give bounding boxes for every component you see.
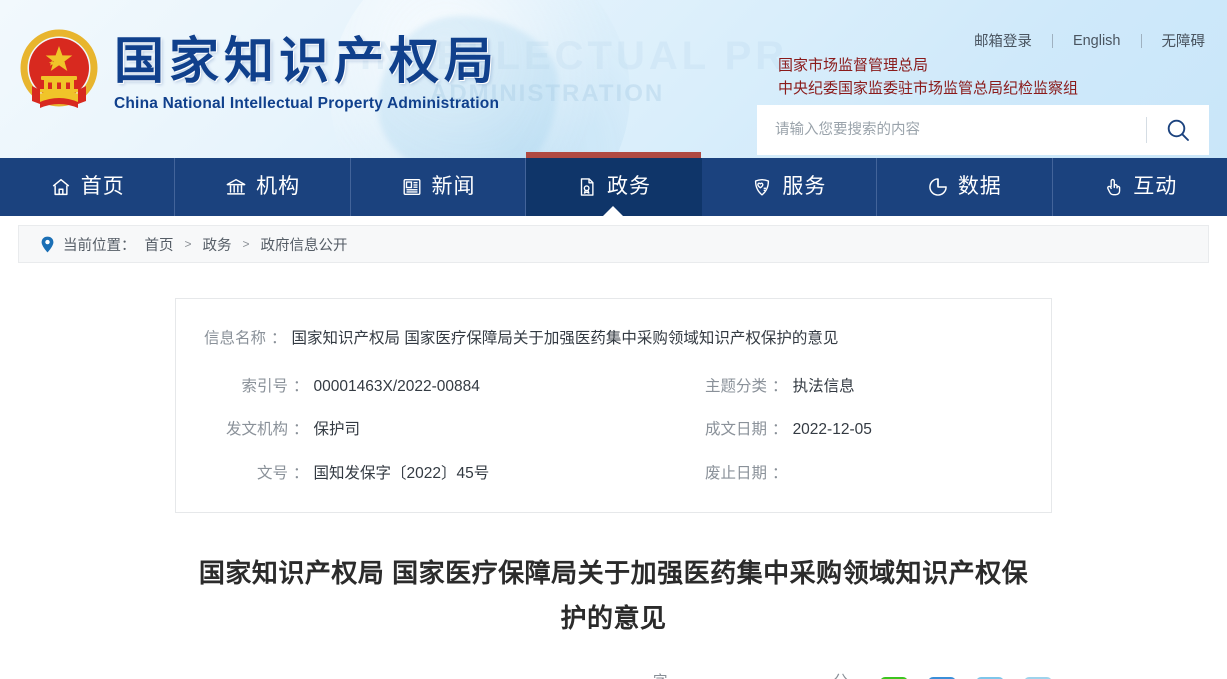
metadata-value-date: 2022-12-05 [792, 421, 872, 439]
metadata-cell-docnumber: 文号 ： 国知发保字〔2022〕45号 [204, 452, 705, 496]
metadata-label: 废止日期 [705, 465, 768, 483]
breadcrumb-region: 当前位置： 首页 > 政务 > 政府信息公开 [0, 216, 1227, 263]
breadcrumb-separator: > [184, 237, 192, 251]
metadata-value-docnumber: 国知发保字〔2022〕45号 [313, 465, 490, 483]
document-metadata-box: 信息名称 ： 国家知识产权局 国家医疗保障局关于加强医药集中采购领域知识产权保护… [175, 298, 1052, 513]
nav-item-data[interactable]: 数据 [877, 158, 1053, 216]
font-size-label: 字号： [653, 670, 696, 679]
metadata-value-issuer: 保护司 [313, 421, 361, 439]
top-utility-links: 邮箱登录 English 无障碍 [954, 30, 1205, 51]
top-link-mail-login[interactable]: 邮箱登录 [954, 30, 1052, 51]
breadcrumb-link-government-affairs[interactable]: 政务 [203, 234, 232, 255]
page-title: 国家知识产权局 国家医疗保障局关于加强医药集中采购领域知识产权保护的意见 [198, 557, 1029, 634]
breadcrumb-link-public-info[interactable]: 政府信息公开 [261, 234, 348, 255]
nav-label: 服务 [782, 174, 827, 198]
location-pin-icon [41, 236, 54, 252]
shield-heart-icon [751, 176, 773, 198]
search-input[interactable] [757, 105, 1146, 155]
metadata-row: 文号 ： 国知发保字〔2022〕45号 废止日期 ： [176, 452, 1051, 496]
nav-item-home[interactable]: 首页 [0, 158, 176, 216]
newspaper-icon [401, 176, 423, 198]
metadata-value-category: 执法信息 [792, 377, 855, 395]
bank-icon [225, 176, 247, 198]
metadata-cell-date: 成文日期 ： 2022-12-05 [705, 408, 1023, 452]
metadata-cell-category: 主题分类 ： 执法信息 [705, 365, 1023, 409]
colon: ： [772, 377, 788, 395]
site-name-en: China National Intellectual Property Adm… [114, 95, 500, 112]
metadata-row: 发文机构 ： 保护司 成文日期 ： 2022-12-05 [176, 408, 1051, 452]
metadata-label: 索引号 [241, 377, 288, 395]
search-button[interactable] [1147, 105, 1209, 155]
nav-label: 首页 [80, 174, 125, 198]
org-link-discipline[interactable]: 中央纪委国家监委驻市场监管总局纪检监察组 [778, 78, 1078, 101]
nav-label: 互动 [1133, 174, 1178, 198]
nav-label: 政务 [606, 174, 651, 198]
nav-item-interaction[interactable]: 互动 [1053, 158, 1227, 216]
hand-click-icon [1102, 176, 1124, 198]
article-tools: 字号： 大 中 小 分享: [653, 670, 1052, 679]
home-icon [50, 176, 72, 198]
metadata-row-name: 信息名称 ： 国家知识产权局 国家医疗保障局关于加强医药集中采购领域知识产权保护… [176, 317, 1051, 361]
top-link-english[interactable]: English [1053, 33, 1141, 49]
nav-item-service[interactable]: 服务 [702, 158, 878, 216]
nav-label: 新闻 [431, 174, 476, 198]
colon: ： [293, 377, 309, 395]
nav-item-organization[interactable]: 机构 [175, 158, 351, 216]
colon: ： [271, 330, 287, 347]
site-brand: 国家知识产权局 China National Intellectual Prop… [114, 32, 499, 113]
org-link-samr[interactable]: 国家市场监督管理总局 [778, 55, 1078, 78]
main-navigation: 首页 机构 新闻 政务 服务 数据 互动 [0, 152, 1227, 217]
top-link-accessibility[interactable]: 无障碍 [1142, 30, 1206, 51]
affiliated-org-links: 国家市场监督管理总局 中央纪委国家监委驻市场监管总局纪检监察组 [778, 55, 1078, 100]
search-box [757, 105, 1209, 155]
nav-item-government-affairs[interactable]: 政务 [526, 152, 702, 217]
metadata-label: 文号 [256, 465, 288, 483]
metadata-row: 索引号 ： 00001463X/2022-00884 主题分类 ： 执法信息 [176, 365, 1051, 409]
metadata-cell-index: 索引号 ： 00001463X/2022-00884 [204, 365, 705, 409]
national-emblem-logo[interactable] [18, 24, 100, 116]
colon: ： [772, 421, 788, 439]
metadata-cell-expiry: 废止日期 ： [705, 452, 1023, 496]
active-tab-topbar [526, 152, 701, 158]
share-label: 分享: [805, 670, 880, 679]
document-icon [576, 176, 598, 198]
breadcrumb-separator: > [242, 237, 250, 251]
metadata-label: 发文机构 [225, 421, 288, 439]
site-name-cn: 国家知识产权局 [114, 33, 499, 89]
search-icon [1167, 119, 1189, 141]
nav-item-news[interactable]: 新闻 [351, 158, 527, 216]
nav-label: 数据 [957, 174, 1002, 198]
breadcrumb-prefix: 当前位置： [63, 237, 136, 254]
colon: ： [772, 465, 788, 483]
pie-chart-icon [927, 176, 949, 198]
article-meta-bar: 发布时间：2022-12-30 字号： 大 中 小 分享: [175, 672, 1052, 679]
colon: ： [293, 465, 309, 483]
main-content: 信息名称 ： 国家知识产权局 国家医疗保障局关于加强医药集中采购领域知识产权保护… [0, 298, 1227, 679]
metadata-label: 成文日期 [705, 421, 768, 439]
metadata-cell-issuer: 发文机构 ： 保护司 [204, 408, 705, 452]
breadcrumb: 当前位置： 首页 > 政务 > 政府信息公开 [18, 225, 1209, 263]
metadata-value-index: 00001463X/2022-00884 [313, 377, 480, 395]
metadata-value-name: 国家知识产权局 国家医疗保障局关于加强医药集中采购领域知识产权保护的意见 [291, 330, 839, 347]
metadata-label: 信息名称 [204, 330, 267, 347]
colon: ： [293, 421, 309, 439]
nav-label: 机构 [256, 174, 301, 198]
site-header: INTELLECTUAL PR ADMINISTRATION 国家知识产权局 C… [0, 0, 1227, 158]
breadcrumb-link-home[interactable]: 首页 [145, 234, 174, 255]
national-emblem-icon [20, 29, 98, 108]
active-tab-arrow-icon [602, 206, 625, 217]
metadata-label: 主题分类 [705, 377, 768, 395]
